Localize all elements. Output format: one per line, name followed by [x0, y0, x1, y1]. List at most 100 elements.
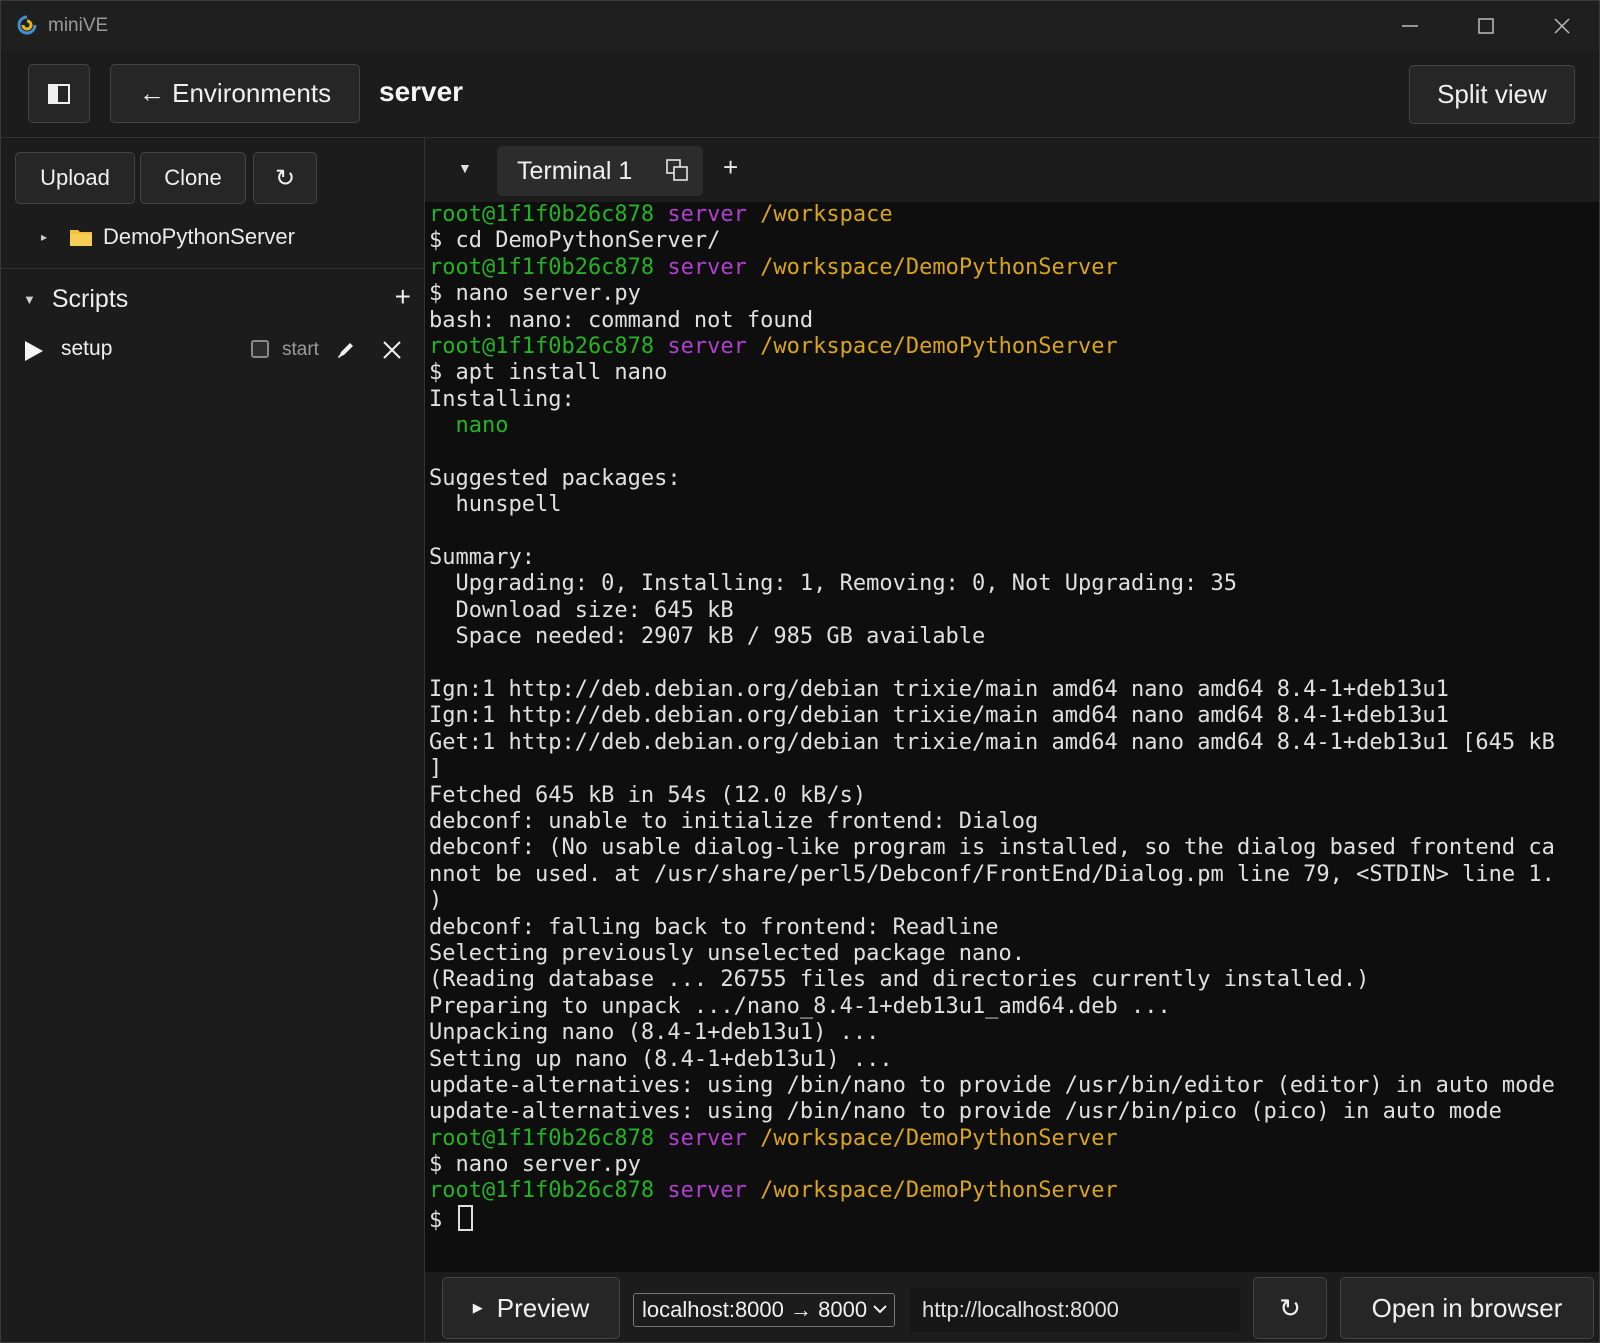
port-select-value: localhost:8000 → 8000: [642, 1297, 868, 1322]
upload-label: Upload: [40, 165, 110, 190]
preview-url-value: http://localhost:8000: [922, 1297, 1119, 1322]
terminal-line: Space needed: 2907 kB / 985 GB available: [429, 624, 1555, 650]
terminal-line: Preparing to unpack .../nano_8.4-1+deb13…: [429, 994, 1555, 1020]
split-view-label: Split view: [1437, 79, 1547, 109]
terminal-line: Upgrading: 0, Installing: 1, Removing: 0…: [429, 571, 1555, 597]
open-in-browser-button[interactable]: Open in browser: [1340, 1277, 1594, 1339]
terminal-text: Installing:: [429, 386, 575, 412]
terminal-prompt-line: root@1f1f0b26c878 server /workspace/Demo…: [429, 1126, 1555, 1152]
terminal-line: debconf: falling back to frontend: Readl…: [429, 915, 1555, 941]
terminal-line: ]: [429, 756, 1555, 782]
terminal-text: Download size: 645 kB: [429, 597, 734, 623]
add-script-button[interactable]: +: [395, 281, 411, 313]
scripts-title: Scripts: [51, 284, 129, 313]
terminal-line: Ign:1 http://deb.debian.org/debian trixi…: [429, 677, 1555, 703]
terminal-text: Suggested packages:: [429, 465, 681, 491]
preview-toggle-button[interactable]: ▶ Preview: [442, 1277, 620, 1339]
refresh-files-button[interactable]: ↻: [253, 152, 317, 204]
app-window: miniVE ← Environments server Split view …: [0, 0, 1600, 1343]
folder-icon: [70, 230, 92, 246]
reload-preview-button[interactable]: ↻: [1253, 1277, 1327, 1339]
terminal-text: Ign:1 http://deb.debian.org/debian trixi…: [429, 677, 1449, 703]
maximize-icon: [1478, 18, 1494, 34]
terminal-text: Setting up nano (8.4-1+deb13u1) ...: [429, 1046, 893, 1072]
terminal-line: debconf: unable to initialize frontend: …: [429, 809, 1555, 835]
terminal-line: $ apt install nano: [429, 360, 1555, 386]
caret-right-icon: ▶: [472, 1300, 483, 1315]
terminal-text: ]: [429, 756, 443, 782]
terminal-line: bash: nano: command not found: [429, 308, 1555, 334]
terminal-text: Unpacking nano (8.4-1+deb13u1) ...: [429, 1020, 880, 1046]
terminal-text: nano: [429, 413, 509, 439]
terminal-line: $ nano server.py: [429, 1152, 1555, 1178]
terminal-line: Fetched 645 kB in 54s (12.0 kB/s): [429, 783, 1555, 809]
tab-terminal-1[interactable]: Terminal 1: [497, 146, 703, 196]
terminal-text: hunspell: [429, 492, 562, 518]
terminal-prompt-line: root@1f1f0b26c878 server /workspace: [429, 202, 1555, 228]
terminal-line: Suggested packages:: [429, 466, 1555, 492]
terminal-line: Download size: 645 kB: [429, 598, 1555, 624]
refresh-icon: ↻: [274, 164, 296, 192]
sidebar-panel-icon: [48, 83, 70, 104]
scripts-section-header[interactable]: ▼ Scripts +: [21, 281, 411, 315]
terminal-text: update-alternatives: using /bin/nano to …: [429, 1099, 1502, 1125]
prompt-path: /workspace/DemoPythonServer: [760, 1178, 1118, 1204]
minimize-button[interactable]: [1390, 9, 1430, 43]
terminal-line: Setting up nano (8.4-1+deb13u1) ...: [429, 1047, 1555, 1073]
tab-list-dropdown-icon[interactable]: ▼: [458, 160, 472, 176]
sidebar-toggle-button[interactable]: [28, 64, 90, 123]
script-name: setup: [61, 337, 113, 360]
caret-right-icon[interactable]: ▸: [41, 230, 59, 244]
open-in-browser-label: Open in browser: [1371, 1292, 1563, 1323]
terminal-text: Get:1 http://deb.debian.org/debian trixi…: [429, 729, 1555, 755]
terminal-text: $ apt install nano: [429, 360, 668, 386]
terminal-line: hunspell: [429, 492, 1555, 518]
environments-label: ← Environments: [138, 78, 332, 108]
prompt-env: server: [667, 202, 747, 227]
close-icon: [1554, 18, 1570, 34]
terminal-text: Upgrading: 0, Installing: 1, Removing: 0…: [429, 571, 1237, 597]
preview-url-input[interactable]: http://localhost:8000: [909, 1287, 1241, 1333]
terminal-text: Space needed: 2907 kB / 985 GB available: [429, 624, 986, 650]
terminal-text: $ nano server.py: [429, 281, 641, 307]
split-view-button[interactable]: Split view: [1409, 65, 1575, 124]
terminal-output[interactable]: root@1f1f0b26c878 server /workspace $ cd …: [425, 202, 1599, 1272]
port-select[interactable]: localhost:8000 → 8000: [633, 1293, 895, 1327]
maximize-button[interactable]: [1466, 9, 1506, 43]
close-window-button[interactable]: [1542, 9, 1582, 43]
terminal-text: ): [429, 888, 443, 914]
prompt-path: /workspace: [760, 202, 893, 227]
prompt-user: root@1f1f0b26c878: [429, 1125, 655, 1151]
edit-icon[interactable]: [335, 339, 357, 361]
prompt-path: /workspace/DemoPythonServer: [760, 333, 1118, 359]
environment-title: server: [379, 76, 464, 107]
caret-down-icon[interactable]: ▼: [23, 292, 36, 307]
environments-back-button[interactable]: ← Environments: [110, 64, 360, 123]
prompt-env: server: [667, 1178, 747, 1204]
tab-label: Terminal 1: [517, 156, 633, 185]
terminal-prompt-line: root@1f1f0b26c878 server /workspace/Demo…: [429, 255, 1555, 281]
clone-button[interactable]: Clone: [140, 152, 246, 204]
prompt-env: server: [667, 254, 747, 280]
start-checkbox[interactable]: [251, 340, 269, 358]
preview-label: Preview: [496, 1292, 590, 1323]
terminal-line: Installing:: [429, 387, 1555, 413]
terminal-line: ): [429, 888, 1555, 914]
upload-button[interactable]: Upload: [15, 152, 135, 204]
delete-script-icon[interactable]: [381, 339, 403, 361]
prompt-env: server: [667, 333, 747, 359]
prompt-user: root@1f1f0b26c878: [429, 333, 655, 359]
sidebar-section-divider: [1, 268, 424, 269]
terminal-text: nnot be used. at /usr/share/perl5/Debcon…: [429, 861, 1555, 887]
terminal-prompt-line: root@1f1f0b26c878 server /workspace/Demo…: [429, 1178, 1555, 1204]
terminal-text: Preparing to unpack .../nano_8.4-1+deb13…: [429, 993, 1171, 1019]
popout-icon[interactable]: [665, 158, 689, 182]
terminal-text: Selecting previously unselected package …: [429, 940, 1026, 966]
script-item: setup start: [21, 331, 413, 371]
tree-item-folder[interactable]: ▸ DemoPythonServer: [41, 220, 295, 254]
terminal-line: Ign:1 http://deb.debian.org/debian trixi…: [429, 703, 1555, 729]
add-terminal-button[interactable]: +: [723, 152, 738, 183]
terminal-text: (Reading database ... 26755 files and di…: [429, 967, 1370, 993]
play-icon[interactable]: [23, 339, 45, 363]
